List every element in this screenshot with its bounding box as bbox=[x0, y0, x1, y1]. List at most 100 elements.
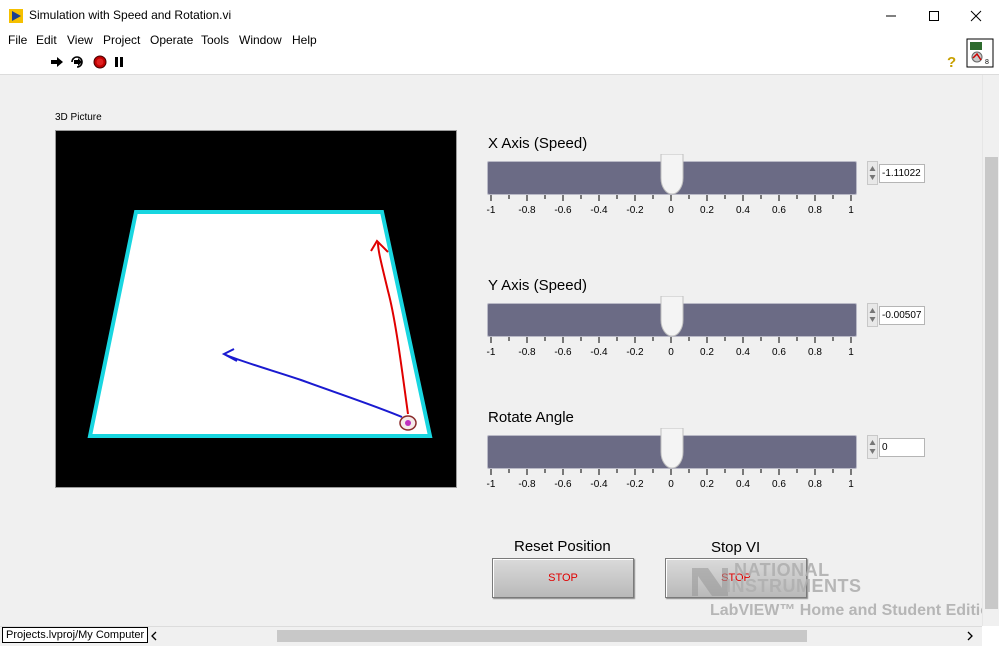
y-axis-tick-label: 0.8 bbox=[808, 347, 822, 358]
stop-vi-label: Stop VI bbox=[711, 539, 761, 556]
minimize-icon bbox=[886, 15, 896, 17]
reset-position-button[interactable]: STOP bbox=[492, 558, 634, 598]
menu-window[interactable]: Window bbox=[239, 33, 282, 47]
x-axis-tick-label: 0.6 bbox=[772, 205, 786, 216]
abort-icon[interactable] bbox=[93, 55, 107, 69]
x-axis-tick-label: 1 bbox=[848, 205, 854, 216]
y-axis-tick-label: 0.6 bbox=[772, 347, 786, 358]
y-axis-tick-label: 0 bbox=[668, 347, 674, 358]
rotate-angle-tick-marks bbox=[490, 469, 852, 475]
toolbar: ? 8 bbox=[0, 38, 999, 75]
y-axis-tick-label: -1 bbox=[486, 347, 496, 358]
menu-help[interactable]: Help bbox=[292, 33, 317, 47]
y-axis-speed-label: Y Axis (Speed) bbox=[488, 277, 587, 294]
x-axis-tick-label: -1 bbox=[486, 205, 496, 216]
x-axis-tick-label: 0.4 bbox=[736, 205, 750, 216]
rotate-angle-tick-label: 0.4 bbox=[736, 479, 750, 490]
x-axis-tick-label: 0.2 bbox=[700, 205, 714, 216]
watermark-line2: INSTRUMENTS bbox=[726, 576, 862, 596]
front-panel: 3D Picture X Axis (Speed) -1.11022 -1 -0.… bbox=[0, 75, 999, 626]
pause-icon[interactable] bbox=[113, 56, 125, 68]
rotate-angle-tick-label: -1 bbox=[486, 479, 496, 490]
rotate-angle-tick-label: 0.8 bbox=[808, 479, 822, 490]
x-axis-tick-label: 0 bbox=[668, 205, 674, 216]
rotate-angle-slider[interactable] bbox=[487, 427, 857, 469]
run-continuously-icon[interactable] bbox=[69, 55, 85, 69]
rotate-angle-slider-thumb[interactable] bbox=[659, 427, 685, 470]
menu-view[interactable]: View bbox=[67, 33, 93, 47]
rotate-angle-tick-label: 1 bbox=[848, 479, 854, 490]
x-axis-tick-label: -0.8 bbox=[518, 205, 536, 216]
y-axis-numeric-field[interactable]: -0.00507 bbox=[879, 306, 925, 325]
y-axis-scale: -1 -0.8 -0.6 -0.4 -0.2 0 0.2 0.4 0.6 0.8 1 bbox=[487, 337, 855, 361]
3d-scene bbox=[87, 210, 433, 438]
y-axis-tick-label: -0.4 bbox=[590, 347, 608, 358]
vi-connector-pane-icon[interactable]: 8 bbox=[966, 38, 994, 68]
rotate-angle-label: Rotate Angle bbox=[488, 409, 574, 426]
rotate-angle-scale: -1 -0.8 -0.6 -0.4 -0.2 0 0.2 0.4 0.6 0.8 1 bbox=[487, 469, 855, 493]
vertical-scrollbar[interactable] bbox=[982, 75, 999, 626]
menu-operate[interactable]: Operate bbox=[150, 33, 193, 47]
x-axis-increment-decrement[interactable] bbox=[867, 161, 878, 185]
3d-picture-control[interactable] bbox=[55, 130, 457, 488]
rotate-angle-tick-label: -0.6 bbox=[554, 479, 572, 490]
y-axis-tick-label: 0.4 bbox=[736, 347, 750, 358]
status-bar: Projects.lvproj/My Computer bbox=[0, 626, 982, 646]
run-arrow-icon[interactable] bbox=[50, 56, 64, 68]
title-bar: Simulation with Speed and Rotation.vi bbox=[0, 0, 999, 32]
x-axis-numeric-field[interactable]: -1.11022 bbox=[879, 164, 925, 183]
menu-file[interactable]: File bbox=[8, 33, 27, 47]
reset-position-label: Reset Position bbox=[514, 538, 611, 555]
menu-tools[interactable]: Tools bbox=[201, 33, 229, 47]
rotate-angle-tick-label: 0.2 bbox=[700, 479, 714, 490]
maximize-icon bbox=[929, 11, 939, 21]
rotate-angle-tick-label: 0 bbox=[668, 479, 674, 490]
project-context[interactable]: Projects.lvproj/My Computer bbox=[2, 627, 149, 643]
scroll-left-icon[interactable] bbox=[150, 631, 158, 641]
x-axis-scale: -1 -0.8 -0.6 -0.4 -0.2 0 0.2 0.4 0.6 0.8 1 bbox=[487, 195, 855, 219]
y-axis-increment-decrement[interactable] bbox=[867, 303, 878, 327]
x-axis-speed-slider[interactable] bbox=[487, 153, 857, 195]
rotate-angle-increment-decrement[interactable] bbox=[867, 435, 878, 459]
picture-label: 3D Picture bbox=[55, 112, 102, 123]
menu-edit[interactable]: Edit bbox=[36, 33, 57, 47]
x-axis-tick-marks bbox=[490, 195, 852, 201]
window-title: Simulation with Speed and Rotation.vi bbox=[29, 8, 232, 22]
labview-vi-icon bbox=[9, 9, 23, 23]
minimize-button[interactable] bbox=[868, 0, 914, 32]
rotate-angle-tick-label: 0.6 bbox=[772, 479, 786, 490]
rotate-angle-tick-label: -0.2 bbox=[626, 479, 644, 490]
horizontal-scroll-thumb[interactable] bbox=[277, 630, 807, 642]
ni-watermark: NATIONAL INSTRUMENTS LabVIEW™ Home and S… bbox=[690, 558, 999, 626]
x-axis-tick-label: -0.6 bbox=[554, 205, 572, 216]
svg-text:?: ? bbox=[947, 54, 956, 70]
y-axis-tick-label: -0.2 bbox=[626, 347, 644, 358]
menu-project[interactable]: Project bbox=[103, 33, 140, 47]
robot-object bbox=[399, 415, 417, 431]
rotate-angle-tick-label: -0.4 bbox=[590, 479, 608, 490]
watermark-line3: LabVIEW™ Home and Student Edition bbox=[710, 602, 999, 619]
close-button[interactable] bbox=[953, 0, 999, 32]
y-axis-tick-marks bbox=[490, 337, 852, 343]
x-axis-slider-thumb[interactable] bbox=[659, 153, 685, 196]
scroll-right-icon[interactable] bbox=[966, 631, 974, 641]
y-axis-tick-label: 1 bbox=[848, 347, 854, 358]
y-axis-tick-label: -0.8 bbox=[518, 347, 536, 358]
ni-logo-icon bbox=[692, 568, 728, 596]
y-axis-tick-label: 0.2 bbox=[700, 347, 714, 358]
x-axis-speed-label: X Axis (Speed) bbox=[488, 135, 588, 152]
vertical-scroll-thumb[interactable] bbox=[985, 157, 998, 609]
x-axis-tick-label: -0.2 bbox=[626, 205, 644, 216]
y-axis-slider-thumb[interactable] bbox=[659, 295, 685, 338]
x-axis-tick-label: -0.4 bbox=[590, 205, 608, 216]
help-question-icon[interactable]: ? bbox=[945, 54, 959, 70]
menu-bar: File Edit View Project Operate Tools Win… bbox=[0, 32, 999, 50]
y-axis-speed-slider[interactable] bbox=[487, 295, 857, 337]
svg-text:8: 8 bbox=[985, 59, 989, 66]
x-axis-tick-label: 0.8 bbox=[808, 205, 822, 216]
close-icon bbox=[970, 10, 982, 22]
maximize-button[interactable] bbox=[911, 0, 957, 32]
rotate-angle-numeric-field[interactable]: 0 bbox=[879, 438, 925, 457]
y-axis-tick-label: -0.6 bbox=[554, 347, 572, 358]
rotate-angle-tick-label: -0.8 bbox=[518, 479, 536, 490]
